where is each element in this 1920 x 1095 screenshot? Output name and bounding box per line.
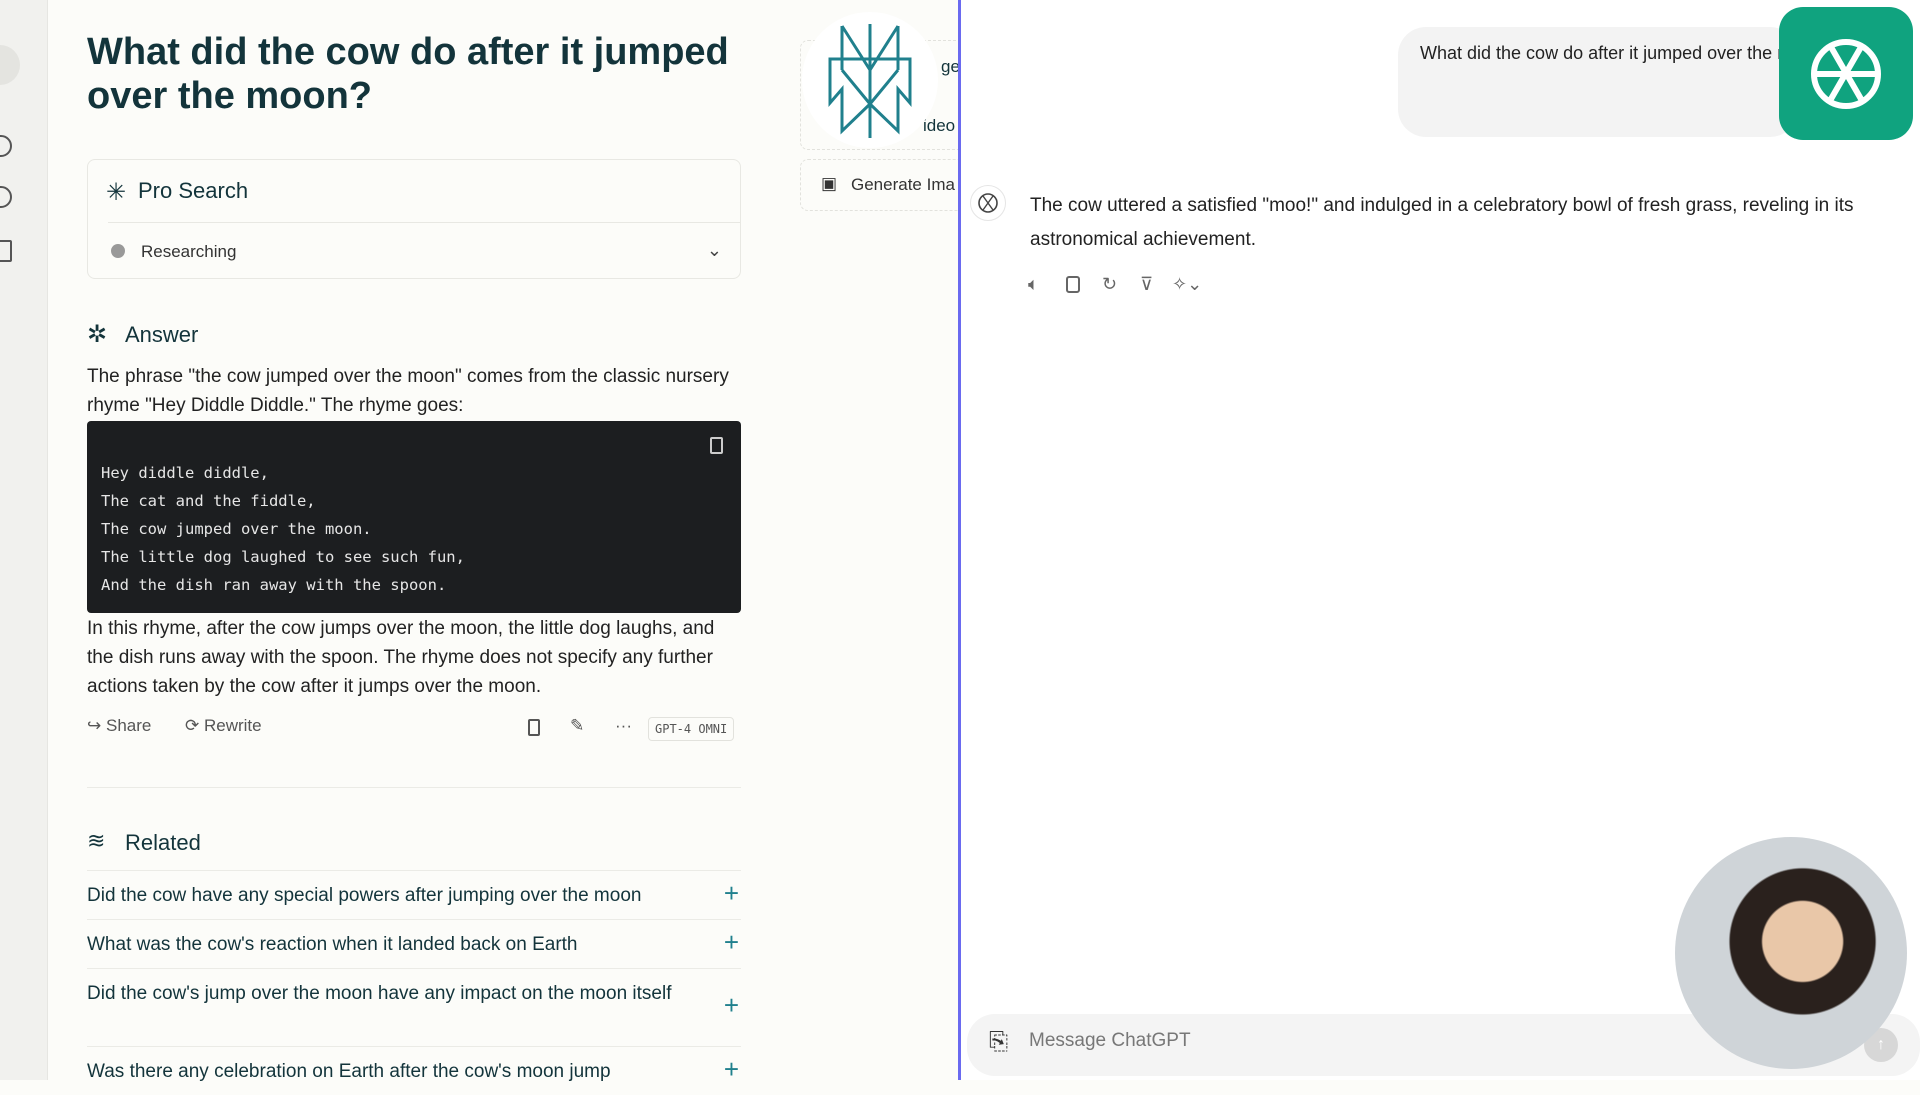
divider — [108, 222, 740, 223]
pro-search-panel: ✳ Pro Search Researching ⌄ — [87, 159, 741, 279]
code-line: Hey diddle diddle, — [101, 464, 269, 482]
related-text: Did the cow's jump over the moon have an… — [87, 983, 672, 1004]
new-thread-button[interactable] — [0, 45, 20, 85]
code-line: The little dog laughed to see such fun, — [101, 548, 465, 566]
plus-icon: + — [723, 927, 739, 957]
read-aloud-icon[interactable]: 🔈︎ — [1028, 274, 1039, 295]
sparkle-icon: ✳ — [106, 179, 127, 206]
related-text: Did the cow have any special powers afte… — [87, 885, 642, 906]
user-message: What did the cow do after it jumped over… — [1398, 27, 1798, 137]
more-button[interactable]: ··· — [615, 716, 632, 736]
share-label: Share — [105, 716, 152, 735]
rewrite-button[interactable]: ⟳ Rewrite — [185, 716, 262, 736]
generate-image-button[interactable]: ▣ Generate Ima — [800, 159, 970, 211]
related-item[interactable]: Did the cow's jump over the moon have an… — [87, 968, 741, 1046]
perplexity-logo — [802, 12, 938, 148]
model-switch-icon[interactable]: ✧⌄ — [1172, 274, 1202, 295]
search-icon[interactable] — [0, 135, 12, 157]
related-text: Was there any celebration on Earth after… — [87, 1061, 611, 1082]
attach-icon[interactable]: ⎘ — [989, 1028, 1008, 1056]
plus-icon: + — [723, 990, 739, 1020]
answer-intro: The phrase "the cow jumped over the moon… — [87, 366, 729, 416]
pro-search-label: Pro Search — [138, 178, 249, 203]
assistant-message: The cow uttered a satisfied "moo!" and i… — [1030, 195, 1854, 250]
copy-button[interactable] — [528, 719, 540, 736]
page-title: What did the cow do after it jumped over… — [87, 31, 729, 117]
regenerate-icon[interactable]: ↻ — [1102, 274, 1117, 295]
chatgpt-logo — [1779, 7, 1913, 140]
copy-icon[interactable] — [1066, 276, 1080, 293]
edit-button[interactable]: ✎ — [570, 716, 584, 736]
message-input[interactable] — [1029, 1030, 1729, 1052]
answer-icon: ✲ — [87, 321, 108, 348]
code-block: Hey diddle diddle, The cat and the fiddle… — [87, 421, 741, 613]
answer-outro: In this rhyme, after the cow jumps over … — [87, 618, 715, 697]
related-heading: Related — [125, 830, 201, 855]
assistant-avatar — [970, 185, 1006, 221]
share-icon: ↪ — [87, 716, 102, 735]
related-item[interactable]: What was the cow's reaction when it land… — [87, 919, 741, 968]
sidebar — [0, 0, 48, 1080]
plus-icon: + — [723, 878, 739, 908]
generate-image-label: Generate Ima — [851, 175, 955, 194]
library-icon[interactable] — [0, 240, 12, 262]
copy-code-button[interactable] — [710, 437, 723, 454]
webcam-overlay — [1675, 837, 1907, 1069]
answer-heading: Answer — [125, 322, 199, 347]
code-line: The cat and the fiddle, — [101, 492, 316, 510]
chevron-down-icon[interactable]: ⌄ — [707, 240, 722, 261]
code-line: And the dish ran away with the spoon. — [101, 576, 447, 594]
check-icon — [111, 244, 125, 258]
share-button[interactable]: ↪ Share — [87, 716, 151, 736]
code-line: The cow jumped over the moon. — [101, 520, 372, 538]
related-text: What was the cow's reaction when it land… — [87, 934, 578, 955]
model-badge: GPT-4 OMNI — [648, 717, 735, 741]
divider — [87, 787, 741, 788]
research-step: Researching — [141, 242, 237, 261]
rewrite-label: Rewrite — [203, 716, 262, 735]
image-icon: ▣ — [821, 174, 838, 193]
rewrite-icon: ⟳ — [185, 716, 200, 735]
related-item[interactable]: Was there any celebration on Earth after… — [87, 1046, 741, 1095]
related-item[interactable]: Did the cow have any special powers afte… — [87, 870, 741, 919]
discover-icon[interactable] — [0, 186, 12, 208]
related-icon: ≋ — [87, 828, 106, 853]
thumbs-down-icon[interactable]: ⊽ — [1140, 274, 1153, 295]
